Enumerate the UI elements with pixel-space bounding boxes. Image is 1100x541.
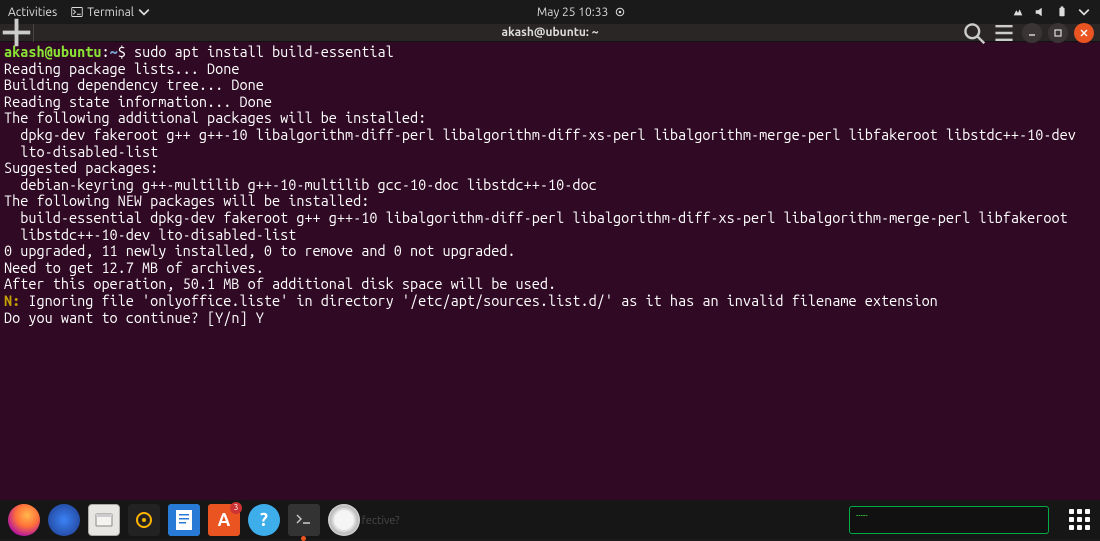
disc-icon[interactable] (328, 504, 360, 536)
maximize-icon (1053, 28, 1063, 38)
firefox-icon[interactable] (8, 504, 40, 536)
show-apps-button[interactable] (1069, 509, 1090, 530)
terminal-window: akash@ubuntu: ~ akash@ubuntu:~$ sudo apt… (0, 24, 1100, 500)
system-monitor-widget[interactable]: ----- (849, 506, 1049, 534)
new-tab-button[interactable] (0, 24, 34, 42)
menu-icon (992, 21, 1016, 45)
window-title: akash@ubuntu: ~ (0, 26, 1100, 39)
maximize-button[interactable] (1048, 23, 1068, 43)
terminal-dock-icon[interactable] (288, 504, 320, 536)
app-menu[interactable]: Terminal (71, 6, 150, 19)
notification-icon (615, 7, 625, 17)
chevron-down-icon (138, 6, 150, 18)
chevron-down-icon (1078, 6, 1090, 18)
minimize-icon (1027, 28, 1037, 38)
plus-icon (0, 16, 33, 49)
search-icon (962, 21, 986, 45)
titlebar: akash@ubuntu: ~ (0, 24, 1100, 42)
rhythmbox-icon[interactable] (128, 504, 160, 536)
app-menu-label: Terminal (87, 6, 134, 19)
clock[interactable]: May 25 10:33 (537, 6, 608, 19)
minimize-button[interactable] (1022, 23, 1042, 43)
search-button[interactable] (962, 24, 986, 42)
network-icon (1012, 6, 1024, 18)
dock: A3 ? ----- (0, 500, 1100, 539)
notice-prefix: N: (4, 292, 20, 309)
gnome-topbar: Activities Terminal May 25 10:33 (0, 0, 1100, 24)
volume-icon (1034, 6, 1046, 18)
hamburger-menu[interactable] (992, 24, 1016, 42)
close-icon (1079, 28, 1089, 38)
notice-text: Ignoring file 'onlyoffice.liste' in dire… (20, 292, 938, 309)
files-icon[interactable] (88, 504, 120, 536)
output-block: Reading package lists... Done Building d… (4, 60, 1076, 293)
prompt-path: ~ (110, 43, 118, 60)
confirm-prompt: Do you want to continue? [Y/n] Y (4, 309, 264, 326)
terminal-icon (71, 6, 83, 18)
close-button[interactable] (1074, 23, 1094, 43)
libreoffice-writer-icon[interactable] (168, 504, 200, 536)
ubuntu-software-icon[interactable]: A3 (208, 504, 240, 536)
help-icon[interactable]: ? (248, 504, 280, 536)
battery-icon (1056, 6, 1068, 18)
thunderbird-icon[interactable] (48, 504, 80, 536)
system-menu[interactable] (1012, 6, 1100, 18)
command-text: sudo apt install build-essential (134, 43, 394, 60)
terminal-body[interactable]: akash@ubuntu:~$ sudo apt install build-e… (0, 42, 1100, 328)
